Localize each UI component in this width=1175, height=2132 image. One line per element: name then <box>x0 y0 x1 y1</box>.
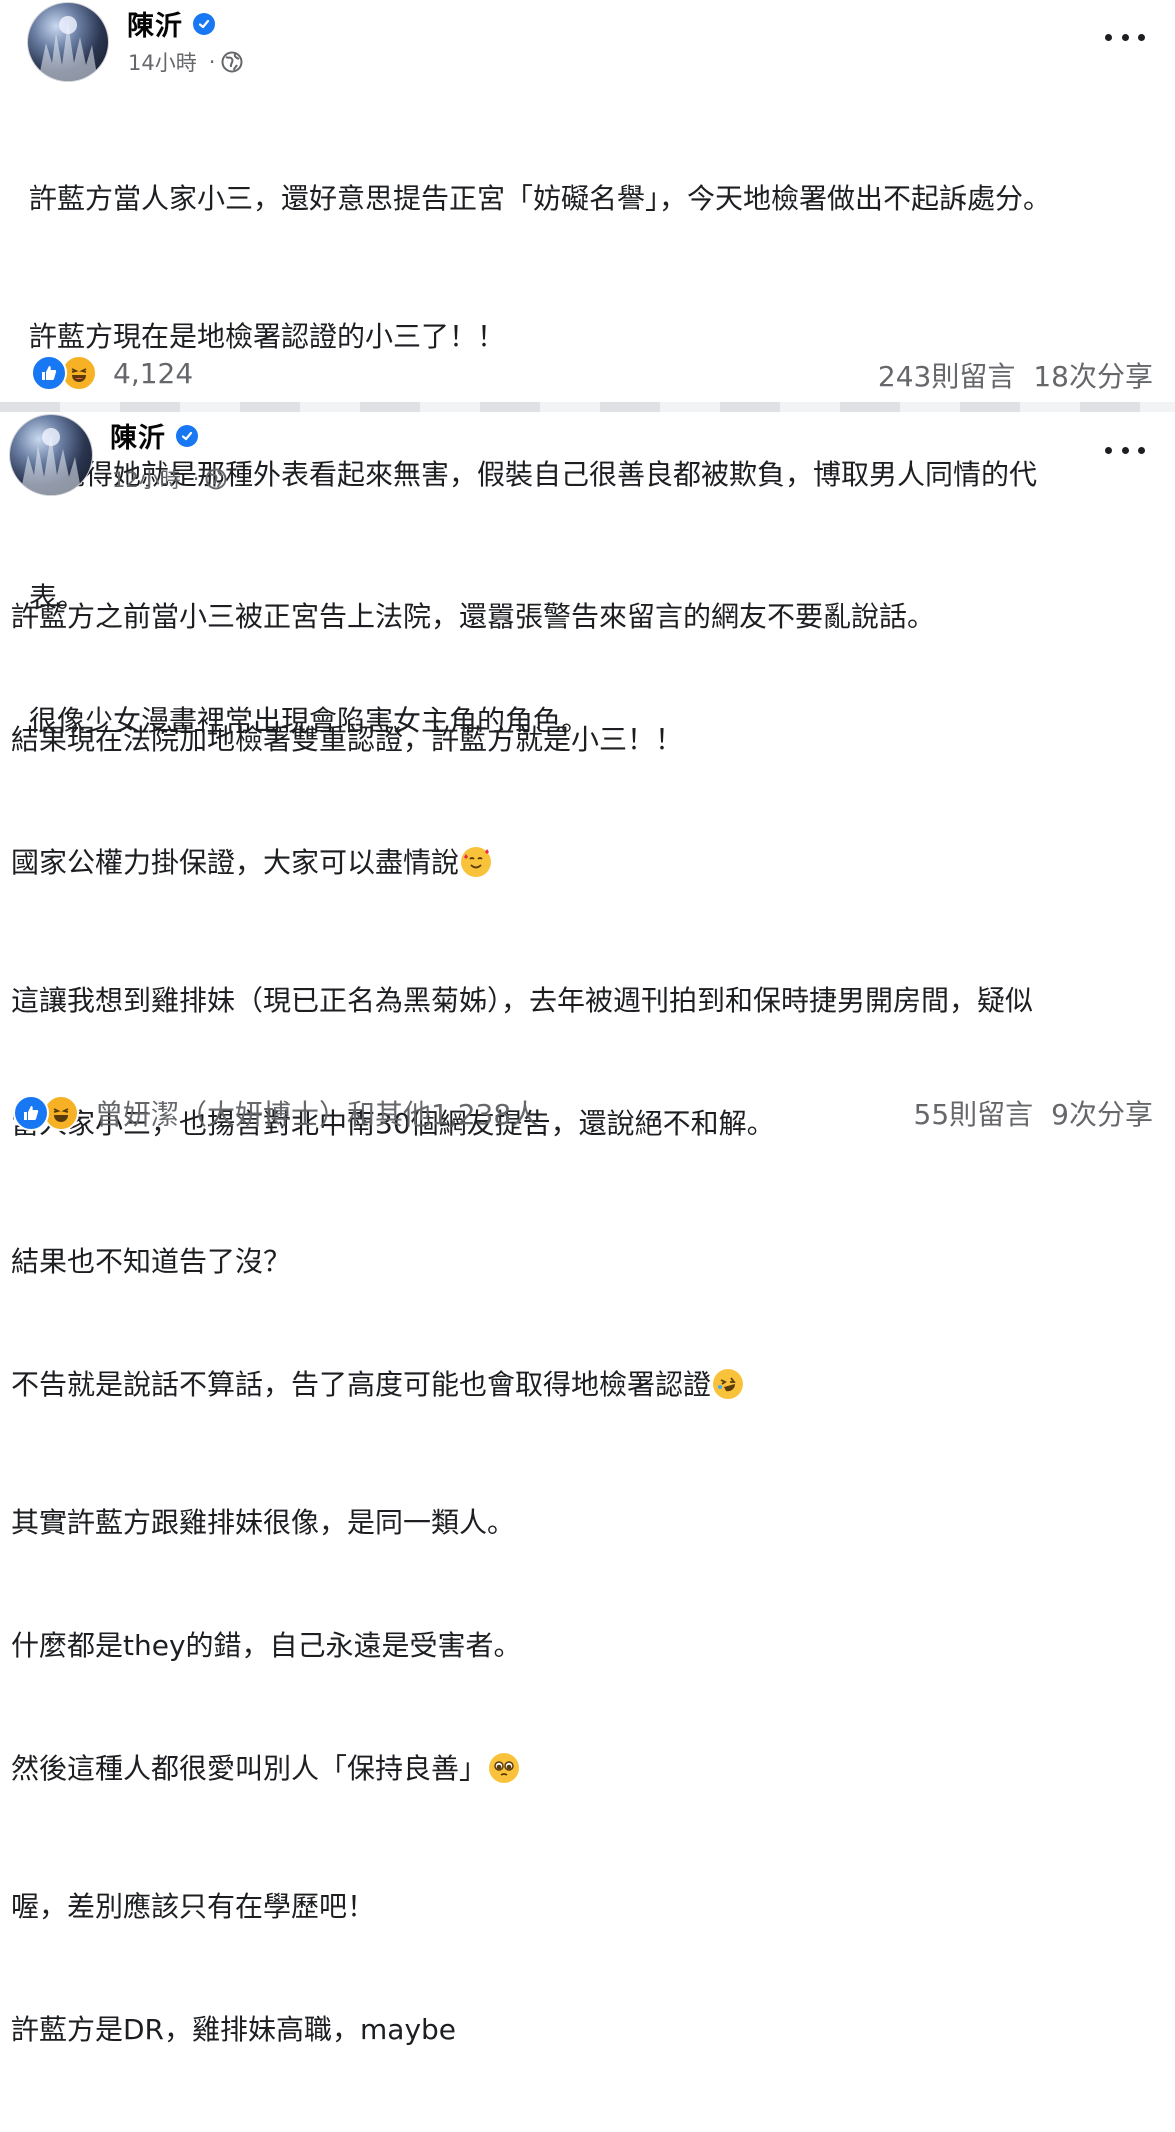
post-line: 結果也不知道告了沒？ <box>11 1245 292 1278</box>
author-avatar[interactable] <box>27 2 109 82</box>
meta-separator: · <box>192 467 200 491</box>
post-line: 許藍方之前當小三被正宮告上法院，還囂張警告來留言的網友不要亂說話。 <box>11 600 936 633</box>
post-line: 許藍方是DR，雞排妹高職，maybe <box>11 2013 457 2046</box>
verified-badge-icon <box>176 424 198 447</box>
more-options-icon[interactable] <box>1105 27 1145 47</box>
post-line: 這讓我想到雞排妹（現已正名為黑菊姊），去年被週刊拍到和保時捷男開房間，疑似 <box>11 984 1034 1017</box>
meta-separator: · <box>208 50 216 74</box>
post-line: 結果現在法院加地檢署雙重認證，許藍方就是小三！！ <box>11 723 684 756</box>
post-1: 陳沂 14小時 · 許藍方當人家小三，還好意思提告正宮「妨礙名譽」，今天地檢署做… <box>0 0 1175 737</box>
post-line-text: 國家公權力掛保證，大家可以盡情說 <box>11 846 460 879</box>
reaction-names: 曾妍潔（大妍博士）和其他1,238人 <box>95 1098 540 1131</box>
post-stats: 55則留言 9次分享 <box>914 1093 1153 1133</box>
post-line: 喔，差別應該只有在學歷吧！ <box>11 1890 376 1923</box>
post-line-text: 然後這種人都很愛叫別人「保持良善」 <box>11 1752 488 1785</box>
post-line: 國家公權力掛保證，大家可以盡情說 <box>11 842 1161 883</box>
post-line-text: 不告就是說話不算話，告了高度可能也會取得地檢署認證 <box>11 1368 712 1401</box>
reaction-count: 4,124 <box>113 356 194 390</box>
post-line: 許藍方現在是地檢署認證的小三了！！ <box>29 320 506 353</box>
post-line: 許藍方當人家小三，還好意思提告正宮「妨礙名譽」，今天地檢署做出不起訴處分。 <box>29 182 1052 215</box>
verified-badge-icon <box>193 12 215 35</box>
like-reaction-icon <box>13 1095 49 1131</box>
reaction-summary[interactable]: 4,124 <box>31 355 193 391</box>
pleading-face-emoji-icon <box>489 1753 520 1783</box>
share-count[interactable]: 18次分享 <box>1033 355 1153 395</box>
like-reaction-icon <box>31 355 67 391</box>
author-avatar[interactable] <box>9 414 93 496</box>
post-2: 陳沂 12小時 · 許藍方之前當小三被正宮告上法院，還囂張警告來留言的網友不要亂… <box>0 410 1175 2046</box>
post-body: 許藍方之前當小三被正宮告上法院，還囂張警告來留言的網友不要亂說話。 結果現在法院… <box>11 514 1161 2132</box>
post-timestamp[interactable]: 12小時 <box>112 464 181 494</box>
post-stats: 243則留言 18次分享 <box>878 355 1153 395</box>
rofl-emoji-icon <box>713 1369 744 1399</box>
share-count[interactable]: 9次分享 <box>1051 1093 1153 1133</box>
post-line: 不告就是說話不算話，告了高度可能也會取得地檢署認證 <box>11 1364 1161 1405</box>
globe-icon <box>221 51 243 73</box>
post-timestamp[interactable]: 14小時 <box>128 47 197 77</box>
globe-icon <box>205 468 227 490</box>
author-name[interactable]: 陳沂 <box>127 4 183 43</box>
author-name[interactable]: 陳沂 <box>110 416 166 455</box>
comment-count[interactable]: 55則留言 <box>914 1093 1034 1133</box>
more-options-icon[interactable] <box>1105 440 1145 460</box>
post-line: 其實許藍方跟雞排妹很像，是同一類人。 <box>11 1506 516 1539</box>
comment-count[interactable]: 243則留言 <box>878 355 1015 395</box>
post-line: 什麼都是they的錯，自己永遠是受害者。 <box>11 1629 522 1662</box>
smiling-hearts-emoji-icon <box>461 847 492 877</box>
post-line: 然後這種人都很愛叫別人「保持良善」 <box>11 1748 1161 1789</box>
reaction-summary[interactable]: 曾妍潔（大妍博士）和其他1,238人 <box>13 1093 539 1133</box>
